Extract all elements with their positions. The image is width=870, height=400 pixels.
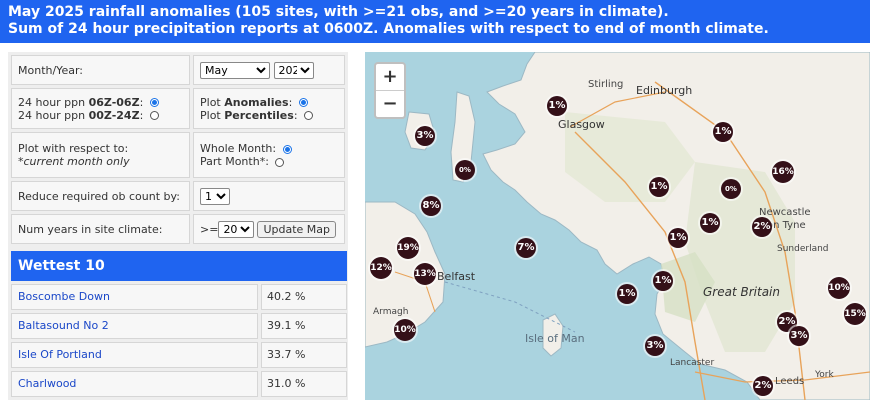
update-map-button[interactable]: Update Map	[257, 220, 336, 238]
site-marker[interactable]: 16%	[772, 161, 794, 183]
site-marker[interactable]: 1%	[668, 228, 688, 248]
place-label-sunderland: Sunderland	[777, 244, 829, 254]
site-value: 33.7 %	[261, 342, 347, 368]
site-marker[interactable]: 1%	[713, 122, 733, 142]
zoom-control: + −	[374, 62, 406, 119]
place-label-great-britain: Great Britain	[703, 285, 780, 299]
num-years-cell: >= 20 Update Map	[193, 214, 345, 244]
plot-respect-cell: Plot with respect to: *current month onl…	[11, 132, 190, 178]
control-panel: Month/Year: May 2025 24 hour ppn 06Z-06Z…	[8, 52, 348, 400]
land-great-britain	[482, 52, 870, 400]
site-marker[interactable]: 7%	[516, 238, 536, 258]
site-marker[interactable]: 2%	[753, 376, 773, 396]
site-marker[interactable]: 8%	[421, 196, 441, 216]
part-month-label: Part Month*:	[200, 155, 269, 168]
site-marker[interactable]: 1%	[617, 284, 637, 304]
month-select[interactable]: May	[200, 61, 270, 79]
site-marker[interactable]: 0%	[455, 160, 475, 180]
site-marker[interactable]: 13%	[414, 263, 436, 285]
ppn-06z-label: 06Z-06Z	[88, 95, 140, 109]
part-month-radio[interactable]	[275, 157, 285, 167]
site-marker[interactable]: 1%	[653, 271, 673, 291]
place-label-edinburgh: Edinburgh	[636, 84, 693, 97]
site-value: 40.2 %	[261, 284, 347, 310]
place-label-belfast: Belfast	[437, 270, 476, 283]
place-label-isle-of-man: Isle of Man	[525, 332, 585, 345]
site-value: 31.0 %	[261, 371, 347, 397]
site-link[interactable]: Charlwood	[11, 371, 258, 397]
ppn-06z-radio[interactable]	[149, 98, 159, 107]
page-header: May 2025 rainfall anomalies (105 sites, …	[0, 0, 870, 43]
site-marker[interactable]: 1%	[649, 177, 669, 197]
site-marker[interactable]: 3%	[789, 326, 809, 346]
ppn-00z-label: 00Z-24Z	[88, 108, 140, 122]
site-marker[interactable]: 10%	[394, 319, 416, 341]
table-row: Boscombe Down 40.2 %	[11, 284, 347, 310]
site-marker[interactable]: 1%	[547, 96, 567, 116]
place-label-glasgow: Glasgow	[558, 118, 605, 131]
num-years-label: Num years in site climate:	[11, 214, 190, 244]
ppn-00z-radio[interactable]	[149, 111, 159, 120]
month-year-label: Month/Year:	[11, 55, 190, 85]
site-marker[interactable]: 10%	[828, 277, 850, 299]
site-marker[interactable]: 0%	[721, 179, 741, 199]
header-title-line1: May 2025 rainfall anomalies (105 sites, …	[8, 4, 669, 20]
table-row: Charlwood 31.0 %	[11, 371, 347, 397]
zoom-in-button[interactable]: +	[376, 64, 404, 91]
ppn-period-cell: 24 hour ppn 06Z-06Z: 24 hour ppn 00Z-24Z…	[11, 88, 190, 129]
site-link[interactable]: Baltasound No 2	[11, 313, 258, 339]
reduce-select[interactable]: 1	[200, 187, 230, 205]
place-label-lancaster: Lancaster	[670, 358, 715, 368]
site-marker[interactable]: 12%	[370, 257, 392, 279]
table-row: Isle Of Portland 33.7 %	[11, 342, 347, 368]
percentiles-label: Percentiles	[224, 108, 294, 122]
reduce-cell: 1	[193, 181, 345, 211]
place-label-newcastle: Newcastle	[759, 207, 811, 218]
plot-type-cell: Plot Anomalies: Plot Percentiles:	[193, 88, 345, 129]
zoom-out-button[interactable]: −	[376, 91, 404, 117]
percentiles-radio[interactable]	[304, 111, 314, 120]
anomalies-radio[interactable]	[298, 98, 308, 107]
num-years-select[interactable]: 20	[218, 220, 255, 238]
anomalies-label: Anomalies	[224, 95, 289, 109]
whole-month-label: Whole Month:	[200, 142, 277, 155]
reduce-label: Reduce required ob count by:	[11, 181, 190, 211]
place-label-newcastle-2: on Tyne	[767, 220, 806, 231]
place-label-leeds: Leeds	[775, 376, 805, 387]
header-title-line2: Sum of 24 hour precipitation reports at …	[8, 21, 769, 37]
site-link[interactable]: Isle Of Portland	[11, 342, 258, 368]
rainfall-map[interactable]: + − Stirling Edinburgh Glasgow Newcastle…	[365, 52, 870, 400]
site-marker[interactable]: 19%	[397, 237, 419, 259]
plot-respect-label: Plot with respect to:	[18, 142, 129, 155]
site-marker[interactable]: 15%	[844, 303, 866, 325]
place-label-york: York	[815, 370, 834, 380]
month-range-cell: Whole Month: Part Month*:	[193, 132, 345, 178]
whole-month-radio[interactable]	[282, 144, 292, 154]
month-year-cell: May 2025	[193, 55, 345, 85]
wettest-title: Wettest 10	[11, 251, 347, 281]
site-value: 39.1 %	[261, 313, 347, 339]
place-label-armagh: Armagh	[373, 307, 409, 317]
place-label-stirling: Stirling	[588, 79, 624, 90]
site-marker[interactable]: 3%	[415, 126, 435, 146]
site-marker[interactable]: 3%	[645, 336, 665, 356]
site-marker[interactable]: 1%	[700, 213, 720, 233]
site-marker[interactable]: 2%	[752, 217, 772, 237]
table-row: Baltasound No 2 39.1 %	[11, 313, 347, 339]
current-month-note: *current month only	[18, 155, 130, 168]
year-select[interactable]: 2025	[273, 61, 314, 79]
controls-table: Month/Year: May 2025 24 hour ppn 06Z-06Z…	[8, 52, 348, 247]
site-link[interactable]: Boscombe Down	[11, 284, 258, 310]
